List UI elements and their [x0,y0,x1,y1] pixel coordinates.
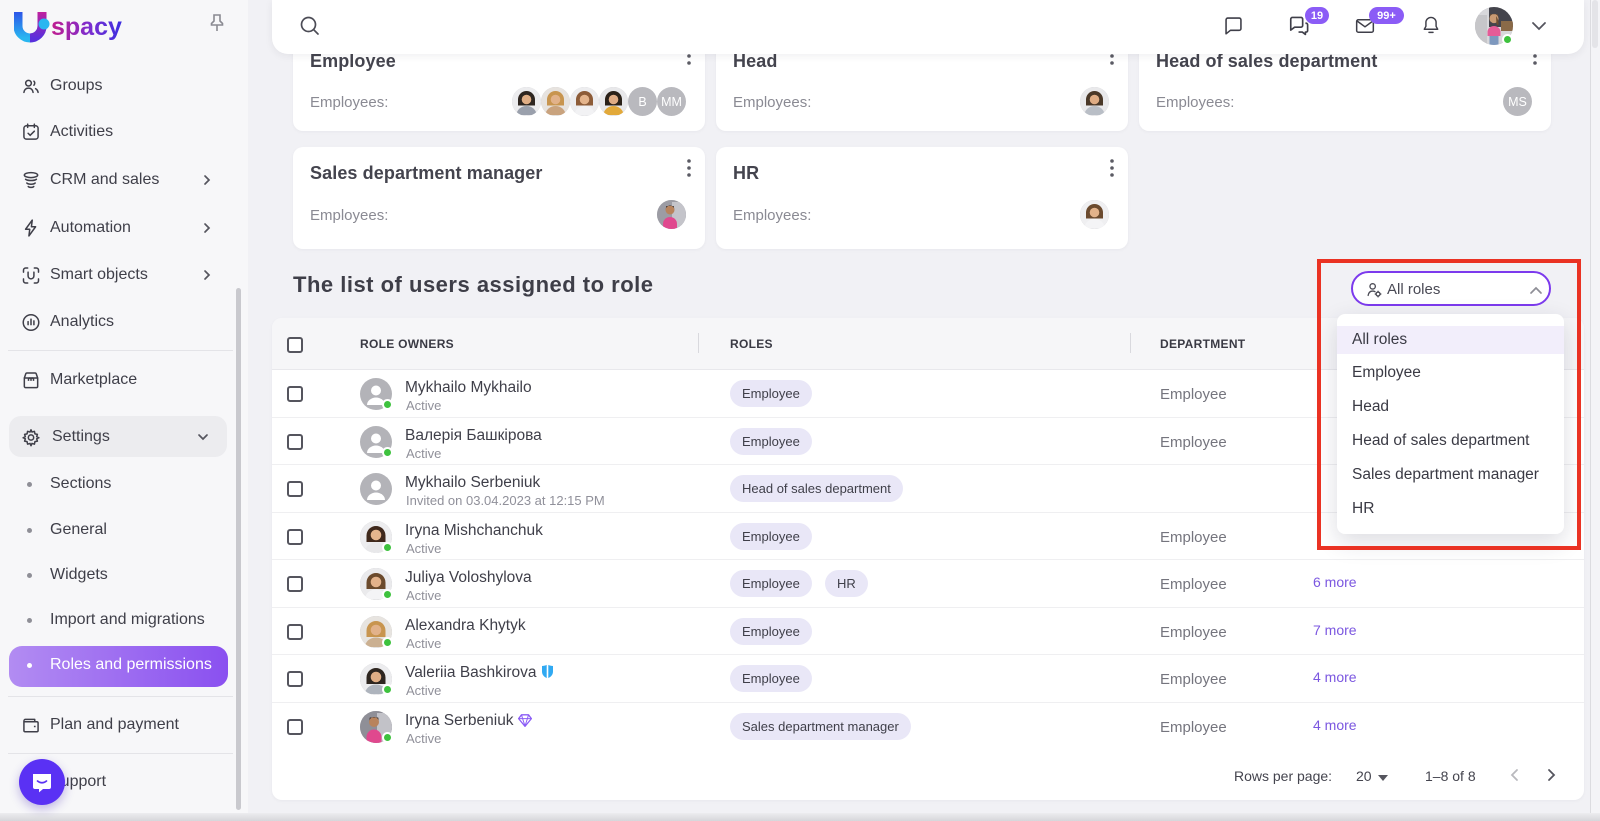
svg-text:spacy: spacy [51,13,122,41]
